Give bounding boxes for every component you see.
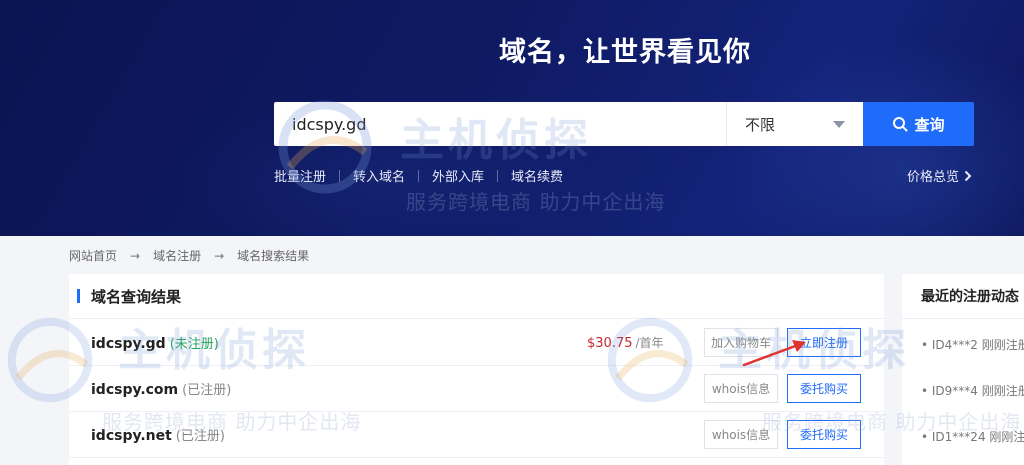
recent-item: • ID9***4 刚刚注册 [921,384,1024,398]
result-row: idcspy.net (已注册) whois信息 委托购买 [69,412,884,458]
divider [418,169,420,182]
quick-link-transfer[interactable]: 转入域名 [353,166,405,185]
arrow-right-icon: → [214,248,225,263]
price-period: /首年 [635,336,664,350]
search-icon [893,117,908,132]
price-overview-link[interactable]: 价格总览 [907,166,972,185]
recent-item: • ID1***24 刚刚注册 [921,430,1024,444]
quick-link-renew[interactable]: 域名续费 [511,166,563,185]
search-button-label: 查询 [914,115,945,134]
chevron-right-icon [964,170,972,181]
breadcrumb-domain-register[interactable]: 域名注册 [153,247,201,264]
quick-link-bulk-register[interactable]: 批量注册 [274,166,326,185]
price-overview-label: 价格总览 [906,170,959,185]
recent-registrations-panel: 最近的注册动态 • ID4***2 刚刚注册 • ID9***4 刚刚注册 • … [902,274,1024,465]
result-domain: idcspy.gd (未注册) [91,333,219,352]
breadcrumb: 网站首页 → 域名注册 → 域名搜索结果 [69,247,309,264]
title-accent-bar [77,289,80,303]
recent-title: 最近的注册动态 [902,274,1024,319]
price-label: $30.75/首年 [587,334,664,351]
suffix-select-value: 不限 [745,115,776,134]
result-row: idcspy.com (已注册) whois信息 委托购买 [69,366,884,412]
divider [497,169,499,182]
divider [339,169,341,182]
whois-button[interactable]: whois信息 [704,420,778,449]
result-domain: idcspy.com (已注册) [91,379,231,398]
domain-name: idcspy.net [91,428,172,444]
status-badge: (未注册) [169,337,219,352]
caret-down-icon [833,120,845,128]
quick-links: 批量注册 转入域名 外部入库 域名续费 [274,166,563,185]
status-badge: (已注册) [175,429,225,444]
hero-slogan: 域名，让世界看见你 [499,37,751,68]
quick-link-external-import[interactable]: 外部入库 [432,166,484,185]
domain-search-bar: 不限 查询 [274,102,974,146]
results-title: 域名查询结果 [91,287,182,306]
arrow-right-icon: → [130,248,141,263]
domain-search-input[interactable] [274,102,726,146]
breadcrumb-current: 域名搜索结果 [237,249,310,263]
breadcrumb-home[interactable]: 网站首页 [69,247,117,264]
search-button[interactable]: 查询 [863,102,974,146]
suffix-select[interactable]: 不限 [726,102,863,146]
broker-purchase-button[interactable]: 委托购买 [787,420,861,449]
domain-name: idcspy.gd [91,336,166,352]
price-value: $30.75 [587,336,633,351]
whois-button[interactable]: whois信息 [704,374,778,403]
broker-purchase-button[interactable]: 委托购买 [787,374,861,403]
annotation-arrow-icon [742,340,806,367]
status-badge: (已注册) [182,383,232,398]
result-domain: idcspy.net (已注册) [91,425,225,444]
results-header: 域名查询结果 [69,274,884,319]
recent-item: • ID4***2 刚刚注册 [921,338,1024,352]
domain-name: idcspy.com [91,382,179,398]
hero-banner: 域名，让世界看见你 不限 查询 批量注册 转入域名 外部入库 域名续费 价格总览 [0,0,1024,236]
